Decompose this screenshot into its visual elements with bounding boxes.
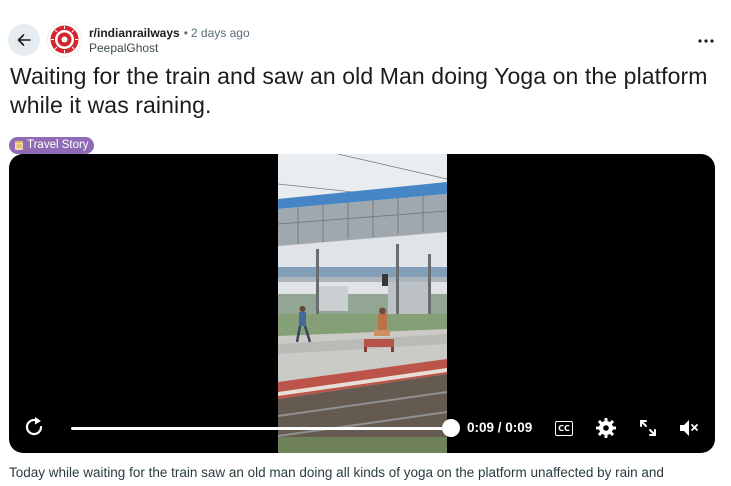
- video-frame: [278, 154, 447, 453]
- post-meta: r/indianrailways • 2 days ago PeepalGhost: [89, 26, 250, 56]
- captions-icon: CC: [555, 420, 573, 436]
- post-title: Waiting for the train and saw an old Man…: [10, 63, 708, 118]
- settings-button[interactable]: [594, 416, 618, 440]
- progress-bar[interactable]: [71, 427, 453, 430]
- post-page: r/indianrailways • 2 days ago PeepalGhost …: [0, 0, 731, 486]
- mute-button[interactable]: [677, 416, 701, 440]
- subreddit-avatar[interactable]: [48, 23, 81, 56]
- replay-icon: [25, 417, 43, 436]
- more-options-button[interactable]: [692, 30, 720, 52]
- meta-separator: •: [183, 26, 188, 40]
- flair-label: Travel Story: [27, 139, 89, 151]
- video-player[interactable]: 0:09 / 0:09 CC: [9, 154, 715, 453]
- indian-railways-logo: [48, 23, 81, 56]
- fullscreen-icon: [640, 420, 656, 436]
- volume-muted-icon: [680, 420, 698, 436]
- arrow-left-icon: [17, 34, 31, 46]
- settings-gear-icon: [596, 418, 616, 438]
- scroll-icon: [15, 141, 23, 150]
- back-button[interactable]: [8, 24, 40, 56]
- post-time: 2 days ago: [190, 26, 250, 40]
- progress-scrubber[interactable]: [442, 419, 460, 437]
- post-body: Today while waiting for the train saw an…: [9, 465, 664, 480]
- video-time: 0:09 / 0:09: [467, 420, 533, 435]
- more-horizontal-icon: [698, 39, 714, 43]
- fullscreen-button[interactable]: [636, 416, 660, 440]
- post-flair[interactable]: Travel Story: [9, 137, 94, 154]
- meta-line: r/indianrailways • 2 days ago: [89, 26, 250, 41]
- replay-button[interactable]: [22, 415, 46, 439]
- subreddit-link[interactable]: r/indianrailways: [89, 26, 180, 40]
- captions-button[interactable]: CC: [552, 416, 576, 440]
- author-link[interactable]: PeepalGhost: [89, 41, 250, 56]
